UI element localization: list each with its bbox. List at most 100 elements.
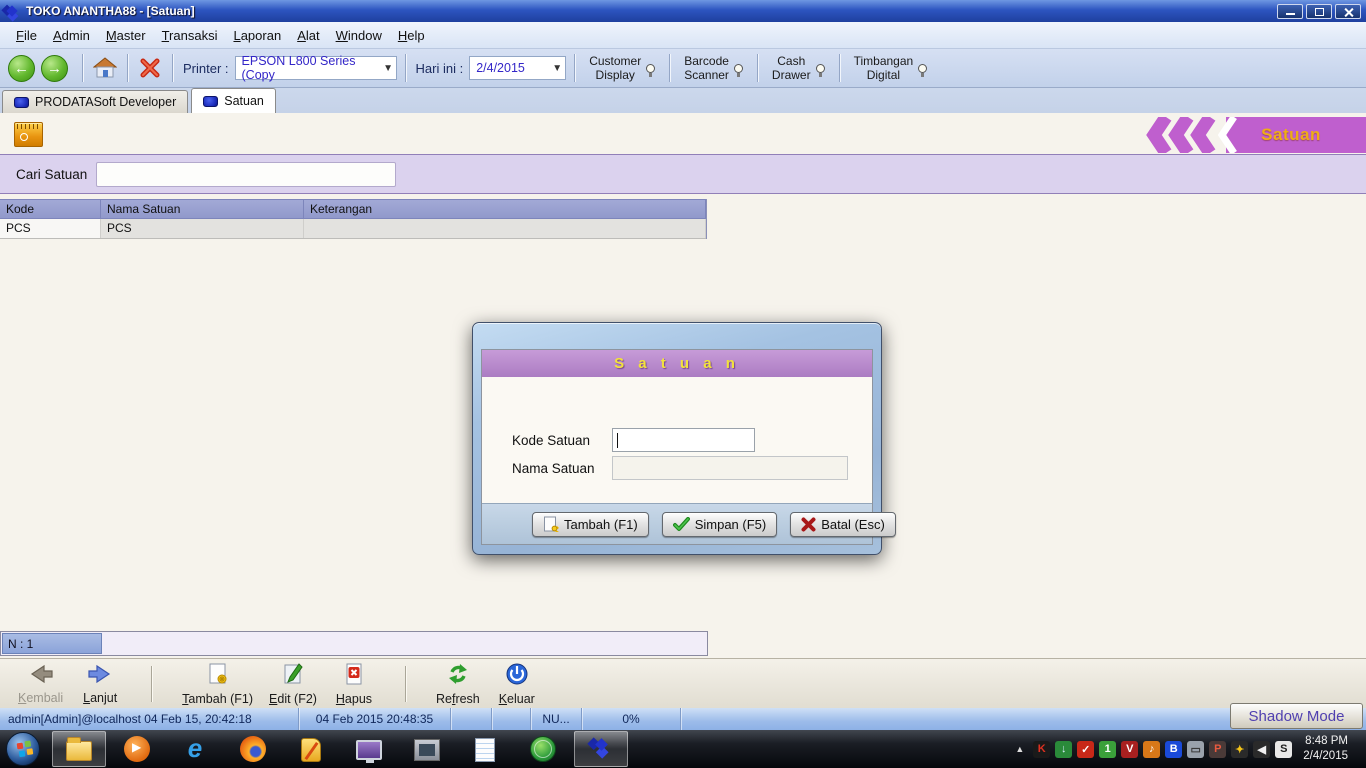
spark-tray-icon[interactable]: ✦ — [1231, 740, 1249, 758]
column-header-keterangan: Keterangan — [304, 200, 706, 218]
taskbar-apps: e — [52, 731, 632, 767]
keluar-button[interactable]: Keluar — [488, 660, 546, 708]
taskbar-prodatasoft[interactable] — [574, 731, 628, 767]
button-label: Refresh — [435, 691, 480, 706]
system-tray: ▲ K ↓ ✓ 1 V ♪ B ▭ P ✦ ◀ S 8:48 PM 2/4/2015 — [1015, 734, 1366, 764]
kode-satuan-input[interactable] — [612, 428, 755, 452]
start-button[interactable] — [6, 732, 40, 766]
lanjut-button[interactable]: Lanjut — [71, 661, 129, 707]
toolbar-separator — [127, 54, 128, 82]
bluetooth-tray-icon[interactable]: B — [1165, 740, 1183, 758]
satuan-dialog: S a t u a n Kode Satuan Nama Satuan Tamb… — [472, 322, 896, 555]
taskbar-firefox[interactable] — [226, 731, 280, 767]
monitor-icon — [356, 740, 382, 763]
tab-satuan[interactable]: Satuan — [191, 88, 276, 113]
edit-page-icon — [281, 662, 305, 691]
taskbar-notepad[interactable] — [458, 731, 512, 767]
gem-icon — [14, 96, 29, 108]
minimize-button[interactable] — [1277, 3, 1303, 19]
close-button[interactable] — [1335, 3, 1361, 19]
wmp-icon — [124, 736, 150, 762]
home-icon[interactable] — [91, 55, 119, 81]
shield-tray-icon[interactable]: V — [1121, 740, 1139, 758]
column-header-nama-satuan: Nama Satuan — [101, 200, 304, 218]
taskbar-internet-explorer[interactable]: e — [168, 731, 222, 767]
menu-item-help[interactable]: Help — [390, 25, 433, 46]
date-value: 2/4/2015 — [476, 61, 525, 75]
device-button-barcode-scanner[interactable]: Barcode Scanner — [678, 52, 749, 85]
forward-button[interactable]: → — [41, 54, 68, 82]
taskbar-media-player[interactable] — [110, 731, 164, 767]
toolbar-separator — [669, 54, 671, 82]
tambah-button[interactable]: Tambah (F1) — [532, 511, 649, 537]
search-input[interactable] — [96, 162, 396, 187]
toolbar-separator — [151, 665, 153, 702]
taskbar-sim-tool[interactable] — [284, 731, 338, 767]
tray-expand-icon[interactable]: ▲ — [1015, 744, 1024, 754]
menu-item-master[interactable]: Master — [98, 25, 154, 46]
kembali-button: Kembali — [10, 661, 71, 707]
check-icon — [672, 516, 690, 531]
satuan-table: Kode Nama Satuan Keterangan PCS PCS — [0, 199, 707, 239]
menu-item-transaksi[interactable]: Transaksi — [154, 25, 226, 46]
window-icon — [414, 739, 440, 761]
main-toolbar: ← → Printer : EPSON L800 Series (Copy ▼ … — [0, 49, 1366, 88]
simpan-button[interactable]: Simpan (F5) — [661, 511, 778, 537]
tambah-f1-button[interactable]: Tambah (F1) — [174, 660, 261, 708]
taskbar-globe-app[interactable] — [516, 731, 570, 767]
device-button-customer-display[interactable]: Customer Display — [583, 52, 661, 85]
table-cell: PCS — [0, 219, 101, 238]
status-user-session: admin[Admin]@localhost 04 Feb 15, 20:42:… — [0, 708, 299, 730]
forward-arrow-icon — [87, 663, 113, 690]
touchpad-tray-icon[interactable]: ▭ — [1187, 740, 1205, 758]
menu-bar: File Admin Master Transaksi Laporan Alat Windo… — [0, 22, 1366, 49]
nama-satuan-input[interactable] — [612, 456, 848, 480]
device-button-cash-drawer[interactable]: Cash Drawer — [766, 52, 831, 85]
printer-tray-icon[interactable]: P — [1209, 740, 1227, 758]
back-button[interactable]: ← — [8, 54, 35, 82]
volume-tray-icon[interactable]: ◀ — [1253, 740, 1271, 758]
usb-eject-tray-icon[interactable]: 1 — [1099, 740, 1117, 758]
table-row[interactable]: PCS PCS — [0, 219, 706, 239]
menu-item-file[interactable]: File — [8, 25, 45, 46]
audio-app-tray-icon[interactable]: ♪ — [1143, 740, 1161, 758]
refresh-button[interactable]: Refresh — [428, 660, 488, 708]
batal-button-label: Batal (Esc) — [821, 516, 885, 532]
lamp-icon — [815, 63, 825, 77]
menu-item-alat[interactable]: Alat — [289, 25, 327, 46]
toolbar-separator — [404, 665, 406, 702]
button-label: Kembali — [18, 690, 64, 705]
status-empty-segment — [492, 708, 531, 730]
taskbar-app-window[interactable] — [400, 731, 454, 767]
batal-button[interactable]: Batal (Esc) — [790, 511, 896, 537]
delete-page-icon — [342, 662, 366, 691]
notepad-icon — [475, 738, 495, 762]
chevron-down-icon: ▼ — [552, 62, 563, 74]
restore-button[interactable] — [1306, 3, 1332, 19]
edit-f2-button[interactable]: Edit (F2) — [261, 660, 325, 708]
tab-prodatasoft-developer[interactable]: PRODATASoft Developer — [2, 90, 189, 113]
lamp-icon — [918, 63, 928, 77]
taskbar-remote-desktop[interactable] — [342, 731, 396, 767]
search-row: Cari Satuan — [0, 154, 1366, 194]
device-button-timbangan-digital[interactable]: Timbangan Digital — [848, 52, 934, 85]
taskbar-clock[interactable]: 8:48 PM 2/4/2015 — [1303, 734, 1348, 764]
printer-select[interactable]: EPSON L800 Series (Copy ▼ — [234, 54, 397, 82]
refresh-icon — [446, 662, 470, 691]
date-select[interactable]: 2/4/2015 ▼ — [469, 56, 567, 80]
download-manager-tray-icon[interactable]: ↓ — [1055, 740, 1073, 758]
device-buttons: Customer Display Barcode Scanner Cash Draw… — [583, 52, 933, 85]
menu-item-admin[interactable]: Admin — [45, 25, 98, 46]
checker-tray-icon[interactable]: ✓ — [1077, 740, 1095, 758]
delete-x-icon[interactable] — [136, 55, 164, 81]
toolbar-separator — [404, 54, 406, 82]
menu-item-laporan[interactable]: Laporan — [225, 25, 289, 46]
cross-icon — [801, 517, 816, 531]
hapus-button[interactable]: Hapus — [325, 660, 383, 708]
taskbar-windows-explorer[interactable] — [52, 731, 106, 767]
button-label: Tambah (F1) — [182, 691, 254, 706]
kaspersky-tray-icon[interactable]: K — [1033, 740, 1051, 758]
chevron-down-icon: ▼ — [383, 62, 394, 74]
menu-item-window[interactable]: Window — [328, 25, 390, 46]
shadow-defender-tray-icon[interactable]: S — [1275, 740, 1293, 758]
